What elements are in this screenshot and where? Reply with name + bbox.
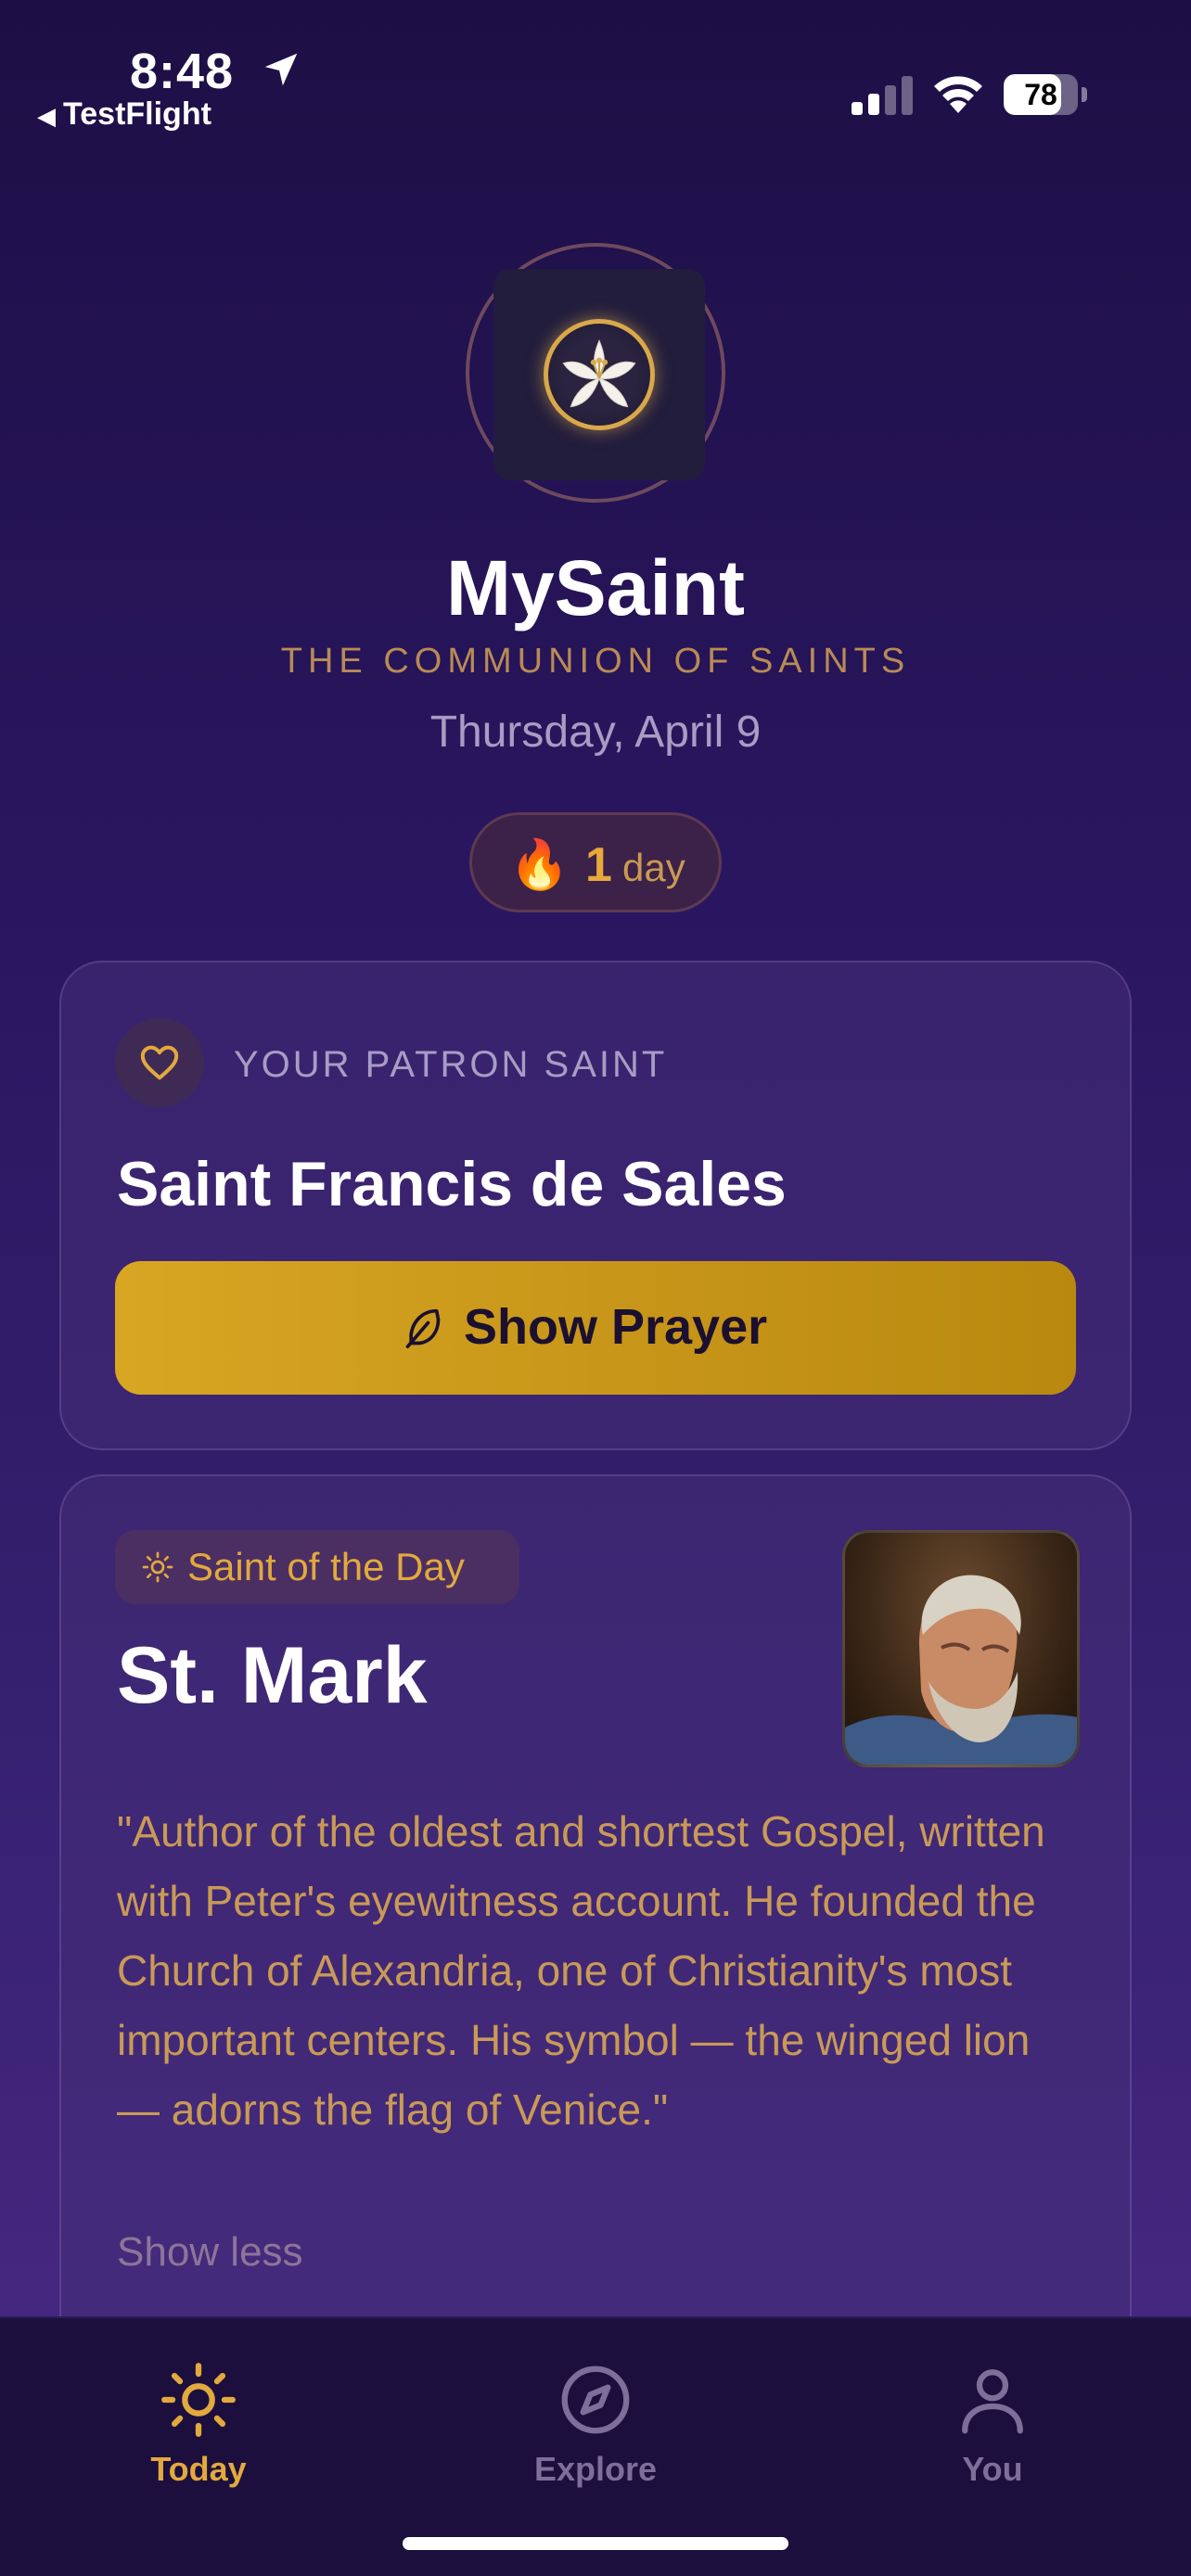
back-app-label: TestFlight	[63, 96, 211, 132]
small-sun-icon	[142, 1551, 173, 1583]
show-prayer-label: Show Prayer	[464, 1299, 768, 1355]
back-to-app-link[interactable]: ◀ TestFlight	[37, 96, 211, 133]
lily-icon	[544, 319, 655, 430]
battery-indicator: 78	[1004, 74, 1087, 115]
saint-of-day-card: Saint of the Day St. Mark "Author of the…	[59, 1474, 1132, 2448]
location-arrow-icon	[264, 53, 298, 86]
streak-unit: day	[622, 846, 685, 889]
status-bar: 8:48 ◀ TestFlight 78	[0, 0, 1191, 139]
app-tagline: THE COMMUNION OF SAINTS	[280, 642, 911, 681]
cellular-signal-icon	[852, 76, 913, 115]
app-logo	[466, 243, 725, 503]
patron-saint-card: YOUR PATRON SAINT Saint Francis de Sales…	[59, 961, 1132, 1450]
show-less-link[interactable]: Show less	[117, 2229, 303, 2276]
saint-of-day-quote: "Author of the oldest and shortest Gospe…	[117, 1807, 1045, 2134]
saint-portrait-image[interactable]	[842, 1530, 1080, 1767]
compass-icon	[561, 2366, 630, 2434]
battery-level: 78	[1024, 78, 1057, 111]
streak-badge[interactable]: 🔥 1 day	[469, 812, 722, 912]
patron-label: YOUR PATRON SAINT	[234, 1044, 668, 1085]
person-icon	[962, 2369, 1023, 2434]
home-indicator	[403, 2537, 788, 2550]
status-time: 8:48	[130, 44, 235, 99]
tab-explore[interactable]: Explore	[503, 2361, 688, 2491]
battery-body: 78	[1004, 74, 1078, 115]
current-date: Thursday, April 9	[429, 708, 762, 757]
tab-you[interactable]: You	[900, 2361, 1085, 2491]
heart-icon	[115, 1018, 204, 1107]
battery-tip	[1082, 87, 1087, 102]
app-title: MySaint	[445, 544, 746, 631]
tab-today[interactable]: Today	[106, 2361, 291, 2491]
streak-count: 1	[585, 838, 612, 892]
tab-today-label: Today	[150, 2450, 247, 2488]
saint-of-day-name: St. Mark	[117, 1631, 428, 1720]
saint-of-day-label: Saint of the Day	[187, 1545, 465, 1588]
fire-icon: 🔥	[509, 838, 570, 892]
show-prayer-button[interactable]: Show Prayer	[115, 1261, 1076, 1395]
sun-icon	[161, 2363, 236, 2437]
tab-you-label: You	[962, 2450, 1023, 2488]
logo-tile	[493, 269, 705, 480]
back-triangle-icon: ◀	[37, 102, 56, 130]
saint-of-day-badge: Saint of the Day	[115, 1530, 519, 1604]
tab-explore-label: Explore	[533, 2450, 658, 2488]
patron-name: Saint Francis de Sales	[117, 1149, 787, 1219]
wifi-icon	[934, 76, 982, 113]
quill-icon	[405, 1308, 441, 1348]
